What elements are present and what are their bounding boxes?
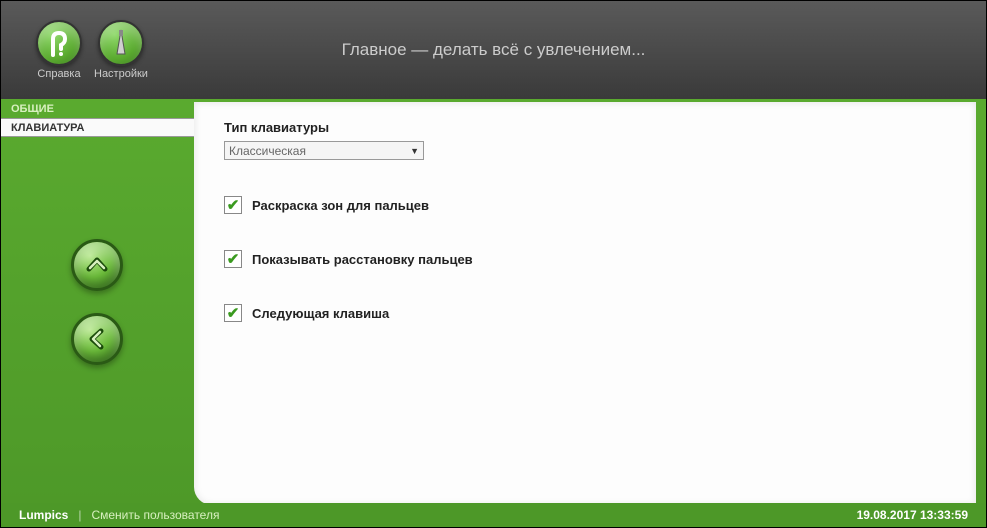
footer-datetime: 19.08.2017 13:33:59: [857, 508, 968, 522]
settings-icon: [98, 20, 144, 66]
tab-keyboard[interactable]: КЛАВИАТУРА: [1, 118, 194, 137]
content-panel: Тип клавиатуры Классическая ▼ ✔ Раскраск…: [194, 102, 976, 505]
checkbox-next-key-label: Следующая клавиша: [252, 306, 389, 321]
nav-up-button[interactable]: [71, 239, 123, 291]
settings-button[interactable]: Настройки: [94, 20, 148, 80]
header-bar: Справка Настройки Главное — делать всё с…: [1, 1, 986, 99]
tab-general[interactable]: ОБЩИЕ: [1, 99, 194, 118]
help-icon: [36, 20, 82, 66]
footer-username: Lumpics: [19, 508, 68, 522]
check-icon: ✔: [227, 198, 240, 213]
check-icon: ✔: [227, 252, 240, 267]
help-label: Справка: [37, 68, 80, 80]
sidebar: ОБЩИЕ КЛАВИАТУРА: [1, 99, 194, 527]
chevron-left-icon: [84, 326, 110, 352]
chevron-down-icon: ▼: [410, 146, 419, 156]
help-button[interactable]: Справка: [36, 20, 82, 80]
nav-back-button[interactable]: [71, 313, 123, 365]
checkbox-finger-zones[interactable]: ✔: [224, 196, 242, 214]
chevron-up-icon: [84, 252, 110, 278]
settings-label: Настройки: [94, 68, 148, 80]
dropdown-value: Классическая: [229, 144, 306, 158]
change-user-link[interactable]: Сменить пользователя: [91, 508, 219, 522]
checkbox-finger-placement[interactable]: ✔: [224, 250, 242, 268]
check-icon: ✔: [227, 306, 240, 321]
checkbox-next-key[interactable]: ✔: [224, 304, 242, 322]
footer-separator: |: [78, 508, 81, 522]
checkbox-finger-placement-label: Показывать расстановку пальцев: [252, 252, 473, 267]
keyboard-type-dropdown[interactable]: Классическая ▼: [224, 141, 424, 160]
footer-bar: Lumpics | Сменить пользователя 19.08.201…: [1, 503, 986, 527]
header-title: Главное — делать всё с увлечением...: [1, 40, 986, 60]
keyboard-type-label: Тип клавиатуры: [224, 120, 946, 135]
checkbox-finger-zones-label: Раскраска зон для пальцев: [252, 198, 429, 213]
